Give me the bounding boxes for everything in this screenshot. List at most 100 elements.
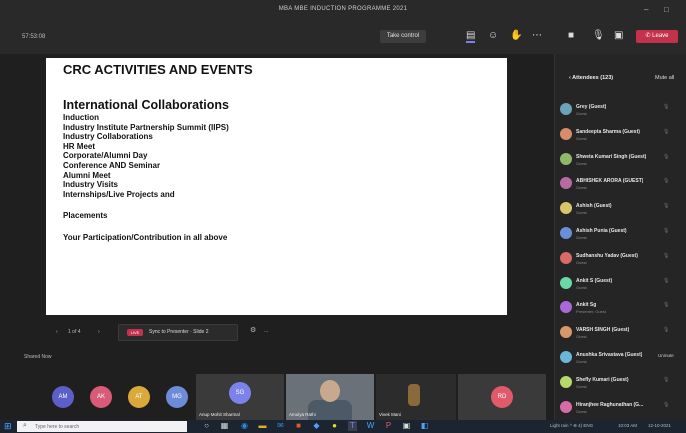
more-actions-icon[interactable]: ⋯ [532, 30, 542, 41]
participant-avatar[interactable]: AM [52, 386, 74, 408]
participant-mic-icon: 🎙 [663, 252, 670, 259]
slide-item: Internships/Live Projects and [63, 189, 175, 199]
participant-name: VARSH SINGH (Guest) [576, 327, 630, 334]
task-view-icon[interactable]: ○ [202, 421, 211, 431]
participant-list-item[interactable]: Ashish (Guest) Guest 🎙 [555, 197, 686, 222]
office-icon[interactable]: ■ [294, 421, 303, 431]
slide-controls: ‹ 1 of 4 › LIVE Sync to Presenter · Slid… [46, 321, 306, 341]
slide-footer: Your Participation/Contribution in all a… [63, 232, 228, 242]
leave-button[interactable]: ✆ Leave [636, 30, 678, 43]
participant-list-item[interactable]: Sandeepta Sharma (Guest) Guest 🎙 [555, 123, 686, 148]
participant-list-item[interactable]: ABHISHEK ARORA (GUEST) Guest 🎙 [555, 172, 686, 197]
participant-list-item[interactable]: VARSH SINGH (Guest) Guest 🎙 [555, 321, 686, 346]
prev-slide-button[interactable]: ‹ [56, 329, 58, 335]
participant-strip: AM AK AT MG SG Anup Mohit Sharmal Amulya… [0, 374, 554, 420]
unmute-button[interactable]: Unmute [658, 353, 674, 358]
participant-avatar[interactable]: MG [166, 386, 188, 408]
slide-body: International Collaborations Induction I… [63, 98, 229, 243]
camera-icon[interactable]: ■ [568, 30, 574, 41]
windows-start-icon[interactable]: ⊞ [4, 422, 13, 431]
participant-list-item[interactable]: Sudhanshu Yadav (Guest) Guest 🎙 [555, 247, 686, 272]
powerpoint-icon[interactable]: P [384, 421, 393, 431]
participant-list-item[interactable]: Grey (Guest) Guest 🎙 [555, 98, 686, 123]
participant-name: Grey (Guest) [576, 104, 607, 110]
teams-icon[interactable]: T [348, 421, 357, 431]
slide-item: Alumni Meet [63, 170, 111, 180]
participant-mic-icon: 🎙 [663, 128, 670, 135]
window-title: MBA MBE INDUCTION PROGRAMME 2021 [278, 6, 408, 12]
participant-list-item[interactable]: Ankit Sg Presenter, Guest 🎙 [555, 296, 686, 321]
participant-avatar[interactable]: AT [128, 386, 150, 408]
avatar-initials: AM [58, 394, 68, 400]
word-icon[interactable]: W [366, 421, 375, 431]
maximize-icon[interactable]: □ [664, 5, 669, 14]
participant-list-item[interactable]: Anushka Srivastava (Guest) Guest Unmute [555, 346, 686, 371]
participant-avatar [560, 375, 572, 388]
participants-panel: ‹ Attendees (123) Mute all Grey (Guest) G… [554, 54, 686, 420]
more-options-icon[interactable]: ⋯ [264, 329, 269, 335]
file-explorer-icon[interactable]: ▬ [258, 421, 267, 431]
slide-title: CRC ACTIVITIES AND EVENTS [63, 62, 253, 77]
slide-item: Industry Visits [63, 180, 118, 190]
app-icon[interactable]: ▣ [402, 421, 411, 431]
participant-avatar [560, 152, 572, 165]
person-figure [408, 384, 420, 406]
person-body [308, 400, 352, 420]
participants-panel-header: ‹ Attendees (123) Mute all [561, 72, 681, 86]
participant-name: Amulya Rathi [289, 412, 316, 417]
participant-list-item[interactable]: Hiranjhee Raghunathan (G... Guest 🎙 [555, 396, 686, 421]
sync-presenter-control[interactable]: LIVE Sync to Presenter · Slide 2 [118, 324, 238, 341]
store-icon[interactable]: ◆ [312, 421, 321, 431]
participant-list-item[interactable]: Shweta Kumari Singh (Guest) Guest 🎙 [555, 148, 686, 173]
share-screen-icon[interactable]: ▣ [614, 30, 623, 41]
mute-all-button[interactable]: Mute all [655, 75, 674, 81]
avatar-initials: AT [135, 394, 143, 400]
participant-name: Vivek Mani [379, 412, 401, 417]
mail-icon[interactable]: ✉ [276, 421, 285, 431]
participant-avatar [560, 202, 572, 215]
next-slide-button[interactable]: › [98, 329, 100, 335]
settings-icon[interactable]: ⚙ [250, 326, 256, 334]
slide-item: Conference AND Seminar [63, 160, 161, 170]
participant-avatar: SG [229, 382, 251, 404]
participant-tile[interactable]: Vivek Mani [376, 374, 456, 420]
minimize-icon[interactable]: – [644, 5, 648, 14]
mic-icon[interactable]: 🎙 [592, 30, 605, 41]
participant-list-item[interactable]: Shefly Kumari (Guest) Guest 🎙 [555, 371, 686, 396]
edge-icon[interactable]: ◉ [240, 421, 249, 431]
participant-name: Shefly Kumari (Guest) [576, 376, 629, 383]
participants-title[interactable]: ‹ Attendees (123) [569, 75, 613, 81]
avatar-initials: AK [96, 394, 105, 400]
person-head [320, 380, 340, 402]
participant-list-item[interactable]: Ankit S (Guest) Guest 🎙 [555, 272, 686, 297]
participant-tile[interactable]: SG Anup Mohit Sharmal [196, 374, 284, 420]
participant-video-tile[interactable]: Amulya Rathi [286, 374, 374, 420]
participant-avatar[interactable]: AK [90, 386, 112, 408]
app-icon[interactable]: ◧ [420, 421, 429, 431]
widgets-icon[interactable]: ▦ [220, 421, 229, 431]
avatar-initials: MG [172, 394, 182, 400]
participant-mic-icon: 🎙 [663, 277, 670, 284]
raise-hand-icon[interactable]: ✋ [510, 30, 522, 41]
take-control-button[interactable]: Take control [380, 30, 426, 43]
chrome-icon[interactable]: ● [330, 421, 339, 431]
taskbar-search-box[interactable]: ⌕ Type here to search [17, 421, 187, 432]
system-tray[interactable]: Light rain ^ ⊕ 4) ENG [550, 423, 593, 429]
leave-label: Leave [652, 33, 669, 39]
participant-role: Guest [576, 210, 587, 216]
participant-avatar [560, 400, 572, 413]
shared-content-stage: CRC ACTIVITIES AND EVENTS International … [0, 54, 554, 374]
participant-avatar [560, 127, 572, 140]
participant-role: Presenter, Guest [576, 309, 607, 315]
participant-avatar [560, 276, 572, 289]
share-tray-icon[interactable]: ▤ [466, 30, 476, 43]
participant-avatar [560, 326, 572, 339]
participant-name: Ankit S (Guest) [576, 277, 613, 284]
participant-avatar [560, 226, 572, 239]
slide-item: Induction [63, 113, 99, 122]
participant-list-item[interactable]: Ashish Punia (Guest) Guest 🎙 [555, 222, 686, 247]
participant-name: Shweta Kumari Singh (Guest) [576, 153, 647, 160]
reactions-icon[interactable]: ☺ [488, 30, 498, 41]
participant-tile[interactable]: RD [458, 374, 546, 420]
avatar-initials: RD [497, 394, 507, 400]
